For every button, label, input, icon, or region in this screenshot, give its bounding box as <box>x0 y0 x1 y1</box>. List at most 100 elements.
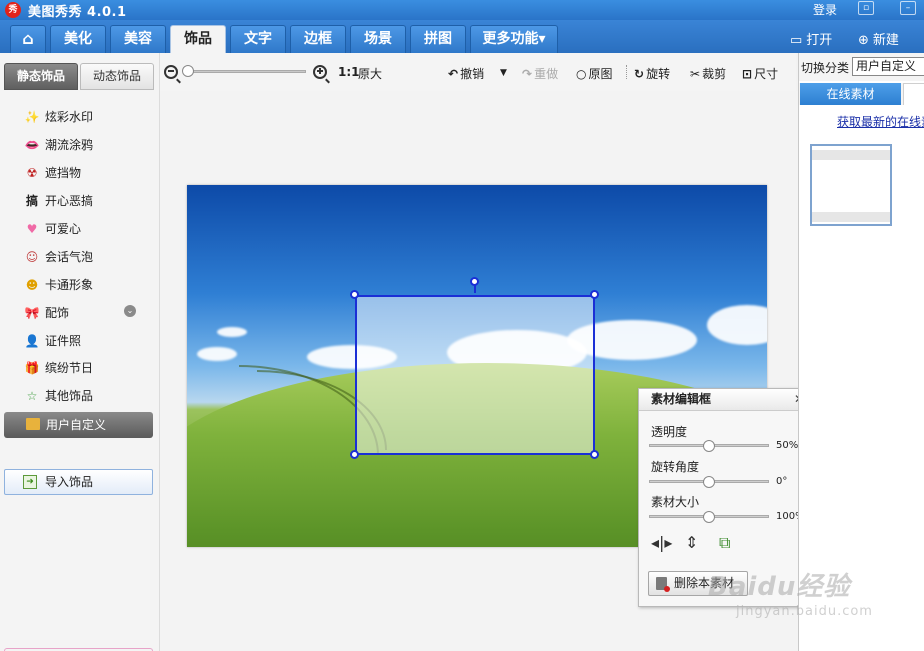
plus-icon: ⊕ <box>858 33 869 48</box>
category-item[interactable]: ☆ 其他饰品 <box>24 386 93 406</box>
speech-bubble-icon: ☺ <box>25 250 39 264</box>
opacity-slider-thumb[interactable] <box>703 440 715 452</box>
cartoon-face-icon: ☻ <box>25 278 39 292</box>
tab-face[interactable]: 美容 <box>110 25 166 53</box>
category-item[interactable]: ☺ 会话气泡 <box>24 247 93 267</box>
watermark-sub: jingyan.baidu.com <box>736 604 873 619</box>
crop-button[interactable]: ✂ 裁剪 <box>690 65 726 82</box>
flip-vertical-icon[interactable]: ⇕ <box>685 533 698 552</box>
gift-icon: 🎁 <box>24 361 40 375</box>
material-tabs: 在线素材 <box>799 83 924 105</box>
import-decoration-button[interactable]: ➜ 导入饰品 <box>4 469 153 495</box>
id-photo-icon: 👤 <box>24 334 40 348</box>
duplicate-icon[interactable]: ⧉ <box>719 533 730 553</box>
cloud <box>217 327 247 337</box>
scissors-icon: ✂ <box>690 67 701 81</box>
rotation-value: 0° <box>776 476 788 487</box>
watermark: Baidu经验 jingyan.baidu.com <box>708 566 904 636</box>
category-item[interactable]: ☢ 遮挡物 <box>24 163 81 183</box>
undo-button[interactable]: ↶ 撤销 <box>448 65 484 82</box>
cloud <box>197 347 237 361</box>
resize-icon: ⊡ <box>742 67 753 81</box>
original-size-button[interactable]: 原大 <box>358 65 382 82</box>
size-slider-thumb[interactable] <box>703 511 715 523</box>
star-icon: ☆ <box>26 389 38 403</box>
main-tab-bar: ⌂ 美化 美容 饰品 文字 边框 场景 拼图 更多功能▾ ▭ 打开 ⊕ 新建 <box>0 20 924 54</box>
category-item[interactable]: ☻ 卡通形象 <box>24 275 93 295</box>
prank-icon: 搞 <box>25 194 38 208</box>
category-item[interactable]: ✨ 炫彩水印 <box>24 107 94 127</box>
tab-decorations[interactable]: 饰品 <box>170 25 226 54</box>
rotate-icon: ↻ <box>634 67 645 81</box>
category-item[interactable]: 🎁 缤纷节日 <box>24 358 94 378</box>
category-item[interactable]: 👤 证件照 <box>24 331 82 351</box>
get-latest-materials-link[interactable]: 获取最新的在线素材 <box>837 113 924 130</box>
ratio-button[interactable]: 1:1 <box>338 65 360 79</box>
folder-icon: ▭ <box>790 33 803 48</box>
undo-dropdown-icon[interactable]: ▼ <box>500 68 507 78</box>
app-logo-icon: 秀 <box>5 2 21 18</box>
toolbar-divider <box>626 65 627 79</box>
category-item[interactable]: ♥ 可爱心 <box>24 219 81 239</box>
watermark-main: Baidu经验 <box>708 572 851 602</box>
category-select[interactable]: 用户自定义 <box>852 57 924 76</box>
zoom-slider-track[interactable] <box>186 70 306 73</box>
tab-local-material[interactable] <box>903 83 924 105</box>
resize-handle-top-right[interactable] <box>590 290 599 299</box>
undo-icon: ↶ <box>448 67 459 81</box>
material-thumbnail[interactable] <box>810 144 892 226</box>
redo-button[interactable]: ↷ 重做 <box>522 65 558 82</box>
rotate-handle[interactable] <box>470 277 479 286</box>
app-title: 美图秀秀 4.0.1 <box>28 5 127 20</box>
thumbnail-band <box>812 212 890 222</box>
new-button[interactable]: ⊕ 新建 <box>858 29 899 48</box>
tab-text[interactable]: 文字 <box>230 25 286 53</box>
tab-online-material[interactable]: 在线素材 <box>800 83 901 105</box>
zoom-in-icon[interactable] <box>313 65 327 79</box>
subtab-animated[interactable]: 动态饰品 <box>80 63 154 90</box>
message-icon[interactable]: ▫ <box>858 1 874 15</box>
material-selection-box[interactable] <box>355 295 595 455</box>
chevron-down-icon[interactable]: ⌄ <box>124 305 136 317</box>
category-item[interactable]: 搞开心恶搞 <box>24 191 93 211</box>
resize-handle-top-left[interactable] <box>350 290 359 299</box>
category-item[interactable]: 🎀 配饰 <box>24 303 70 323</box>
subtab-static[interactable]: 静态饰品 <box>4 63 78 90</box>
import-icon: ➜ <box>23 475 37 489</box>
home-tab[interactable]: ⌂ <box>10 25 46 53</box>
opacity-label: 透明度 <box>651 425 688 439</box>
open-button[interactable]: ▭ 打开 <box>790 29 832 48</box>
zoom-slider-thumb[interactable] <box>182 65 194 77</box>
tab-collage[interactable]: 拼图 <box>410 25 466 53</box>
circle-icon: ○ <box>576 67 587 81</box>
rotate-button[interactable]: ↻ 旋转 <box>634 65 670 82</box>
login-link[interactable]: 登录 <box>813 1 837 18</box>
category-switch-label: 切换分类 <box>801 61 850 75</box>
block-icon: ☢ <box>26 166 38 180</box>
cloud <box>707 305 767 345</box>
flip-horizontal-icon[interactable]: ◂|▸ <box>651 533 672 552</box>
tab-beautify[interactable]: 美化 <box>50 25 106 53</box>
resize-handle-bottom-right[interactable] <box>590 450 599 459</box>
rotation-slider-thumb[interactable] <box>703 476 715 488</box>
lips-icon: 👄 <box>24 138 40 152</box>
resize-button[interactable]: ⊡ 尺寸 <box>742 65 778 82</box>
category-item-custom[interactable]: 用户自定义 <box>4 412 153 438</box>
original-image-button[interactable]: ○ 原图 <box>576 65 613 82</box>
category-switch-bar: 切换分类 用户自定义 <box>799 53 924 81</box>
tab-scene[interactable]: 场景 <box>350 25 406 53</box>
tab-frame[interactable]: 边框 <box>290 25 346 53</box>
bow-icon: 🎀 <box>24 306 40 320</box>
rotation-label: 旋转角度 <box>651 460 700 474</box>
resize-handle-bottom-left[interactable] <box>350 450 359 459</box>
thumbnail-band <box>812 150 890 160</box>
zoom-out-icon[interactable] <box>164 65 178 79</box>
tab-more-functions[interactable]: 更多功能▾ <box>470 25 558 53</box>
left-panel: 静态饰品 动态饰品 ✨ 炫彩水印 👄 潮流涂鸦 ☢ 遮挡物 搞开心恶搞 ♥ 可爱心 ☺ 会… <box>0 53 160 651</box>
opacity-value: 50% <box>776 440 799 451</box>
minimize-icon[interactable]: – <box>900 1 916 15</box>
size-label: 素材大小 <box>651 495 700 509</box>
folder-icon <box>26 418 40 430</box>
category-item[interactable]: 👄 潮流涂鸦 <box>24 135 94 155</box>
home-icon: ⌂ <box>22 29 34 48</box>
